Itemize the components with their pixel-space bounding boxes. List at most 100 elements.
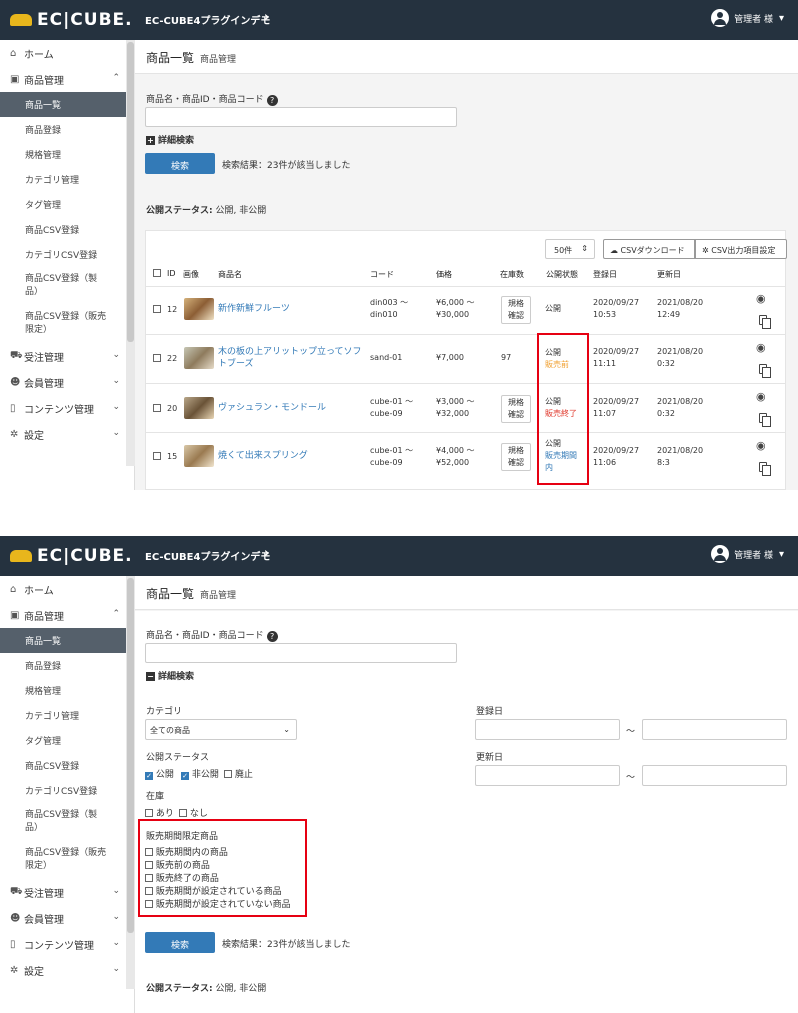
chevron-right-icon[interactable]: ›	[264, 546, 269, 561]
sidebar-item-class-mgmt[interactable]: 規格管理	[0, 142, 134, 167]
sidebar-item-category-mgmt[interactable]: カテゴリ管理	[0, 167, 134, 192]
sidebar-item-product-register[interactable]: 商品登録	[0, 653, 134, 678]
sidebar-item-product-csv-2[interactable]: 商品CSV登録（製 品）	[0, 267, 134, 305]
detail-search-toggle[interactable]: + 詳細検索	[146, 133, 194, 146]
sidebar-item-product-mgmt[interactable]: ▣ 商品管理 ⌃	[0, 602, 134, 628]
search-input[interactable]	[145, 107, 457, 127]
preview-eye-icon[interactable]: ◉	[756, 390, 766, 403]
product-name-link[interactable]: 焼くて出来スプリング	[218, 450, 308, 462]
sidebar-item-product-list[interactable]: 商品一覧	[0, 92, 134, 117]
upd-date-to-input[interactable]	[642, 765, 787, 786]
product-thumbnail[interactable]	[184, 397, 214, 419]
sidebar-item-order-mgmt[interactable]: ⛟ 受注管理 ⌄	[0, 879, 134, 905]
col-status[interactable]: 公開状態	[546, 269, 578, 280]
row-checkbox[interactable]	[153, 304, 161, 316]
sidebar-item-label: コンテンツ管理	[24, 404, 94, 416]
status-discontinued-checkbox[interactable]: 廃止	[224, 767, 253, 780]
sidebar-item-label: 商品管理	[24, 75, 64, 87]
sidebar-item-settings[interactable]: ✲ 設定 ⌄	[0, 421, 134, 447]
csv-settings-button[interactable]: ✲ CSV出力項目設定	[695, 239, 787, 259]
sidebar-item-label: 会員管理	[24, 914, 64, 926]
sidebar-item-product-register[interactable]: 商品登録	[0, 117, 134, 142]
search-button[interactable]: 検索	[145, 932, 215, 953]
product-thumbnail[interactable]	[184, 347, 214, 369]
category-select[interactable]: 全ての商品 ⌄	[145, 719, 297, 740]
detail-search-toggle[interactable]: − 詳細検索	[146, 669, 194, 682]
question-icon[interactable]: ?	[266, 95, 278, 106]
brand-logo[interactable]: EC|CUBE.	[10, 10, 133, 30]
product-name-link[interactable]: ヴァシュラン・モンドール	[218, 402, 326, 414]
chevron-right-icon[interactable]: ›	[264, 10, 269, 25]
sidebar-item-member-mgmt[interactable]: ☻ 会員管理 ⌄	[0, 369, 134, 395]
preview-eye-icon[interactable]: ◉	[756, 439, 766, 452]
sidebar-scrollbar[interactable]	[126, 576, 135, 989]
sidebar-item-content-mgmt[interactable]: ▯ コンテンツ管理 ⌄	[0, 395, 134, 421]
user-menu[interactable]: 管理者 様 ▾	[711, 9, 784, 27]
col-updated[interactable]: 更新日	[657, 269, 681, 280]
sidebar-item-tag-mgmt[interactable]: タグ管理	[0, 192, 134, 217]
site-name-link[interactable]: EC-CUBE4プラグインデモ	[145, 12, 270, 27]
row-checkbox[interactable]	[153, 451, 161, 463]
sidebar-item-tag-mgmt[interactable]: タグ管理	[0, 728, 134, 753]
sidebar-item-category-mgmt[interactable]: カテゴリ管理	[0, 703, 134, 728]
col-stock[interactable]: 在庫数	[500, 269, 524, 280]
sidebar-item-product-csv-3[interactable]: 商品CSV登録（販売 限定）	[0, 841, 134, 879]
box-icon: ▣	[10, 609, 20, 621]
sidebar-item-content-mgmt[interactable]: ▯ コンテンツ管理 ⌄	[0, 931, 134, 957]
col-code[interactable]: コード	[370, 269, 394, 280]
per-page-select[interactable]: 50件 ⇕	[545, 239, 595, 259]
status-public-checkbox[interactable]: ✓ 公開	[145, 767, 174, 780]
sidebar-item-member-mgmt[interactable]: ☻ 会員管理 ⌄	[0, 905, 134, 931]
row-code: sand-01	[370, 353, 403, 362]
brand-logo[interactable]: EC|CUBE.	[10, 546, 133, 566]
sidebar-item-category-csv[interactable]: カテゴリCSV登録	[0, 242, 134, 267]
row-checkbox[interactable]	[153, 403, 161, 415]
sidebar-item-product-csv[interactable]: 商品CSV登録	[0, 217, 134, 242]
col-registered[interactable]: 登録日	[593, 269, 617, 280]
product-thumbnail[interactable]	[184, 445, 214, 467]
reg-date-to-input[interactable]	[642, 719, 787, 740]
col-price[interactable]: 価格	[436, 269, 452, 280]
sidebar-item-home[interactable]: ⌂ ホーム	[0, 576, 134, 602]
product-thumbnail[interactable]	[184, 298, 214, 320]
product-name-link[interactable]: 新作新鮮フルーツ	[218, 303, 290, 315]
copy-icon[interactable]	[759, 413, 771, 427]
check-variants-button[interactable]: 規格 確認	[501, 296, 531, 324]
search-button[interactable]: 検索	[145, 153, 215, 174]
sidebar-item-order-mgmt[interactable]: ⛟ 受注管理 ⌄	[0, 343, 134, 369]
chevron-down-icon: ⌄	[112, 428, 120, 438]
sidebar-item-product-csv-3[interactable]: 商品CSV登録（販売 限定）	[0, 305, 134, 343]
sidebar-item-product-csv-2[interactable]: 商品CSV登録（製 品）	[0, 803, 134, 841]
sidebar-item-home[interactable]: ⌂ ホーム	[0, 40, 134, 66]
sidebar-item-settings[interactable]: ✲ 設定 ⌄	[0, 957, 134, 983]
row-checkbox[interactable]	[153, 353, 161, 365]
col-id[interactable]: ID	[167, 269, 176, 278]
top-navbar: EC|CUBE. EC-CUBE4プラグインデモ › 管理者 様 ▾	[0, 0, 798, 40]
preview-eye-icon[interactable]: ◉	[756, 292, 766, 305]
sidebar-item-product-mgmt[interactable]: ▣ 商品管理 ⌃	[0, 66, 134, 92]
select-all-checkbox[interactable]	[153, 269, 161, 278]
check-variants-button[interactable]: 規格 確認	[501, 443, 531, 471]
sidebar-item-product-csv[interactable]: 商品CSV登録	[0, 753, 134, 778]
sidebar-scrollbar[interactable]	[126, 40, 135, 466]
reg-date-from-input[interactable]	[475, 719, 620, 740]
preview-eye-icon[interactable]: ◉	[756, 341, 766, 354]
col-name[interactable]: 商品名	[218, 269, 242, 280]
status-private-checkbox[interactable]: ✓ 非公開	[181, 767, 219, 780]
user-menu[interactable]: 管理者 様 ▾	[711, 545, 784, 563]
stock-no-checkbox[interactable]: なし	[179, 806, 208, 819]
stock-yes-checkbox[interactable]: あり	[145, 806, 174, 819]
csv-download-button[interactable]: ☁ CSVダウンロード	[603, 239, 695, 259]
upd-date-from-input[interactable]	[475, 765, 620, 786]
sidebar-item-product-list[interactable]: 商品一覧	[0, 628, 134, 653]
copy-icon[interactable]	[759, 364, 771, 378]
site-name-link[interactable]: EC-CUBE4プラグインデモ	[145, 548, 270, 563]
question-icon[interactable]: ?	[266, 631, 278, 642]
copy-icon[interactable]	[759, 462, 771, 476]
sidebar-item-category-csv[interactable]: カテゴリCSV登録	[0, 778, 134, 803]
check-variants-button[interactable]: 規格 確認	[501, 395, 531, 423]
product-name-link[interactable]: 木の板の上アリットップ立ってソフトブーズ	[218, 346, 366, 370]
copy-icon[interactable]	[759, 315, 771, 329]
search-input[interactable]	[145, 643, 457, 663]
sidebar-item-class-mgmt[interactable]: 規格管理	[0, 678, 134, 703]
